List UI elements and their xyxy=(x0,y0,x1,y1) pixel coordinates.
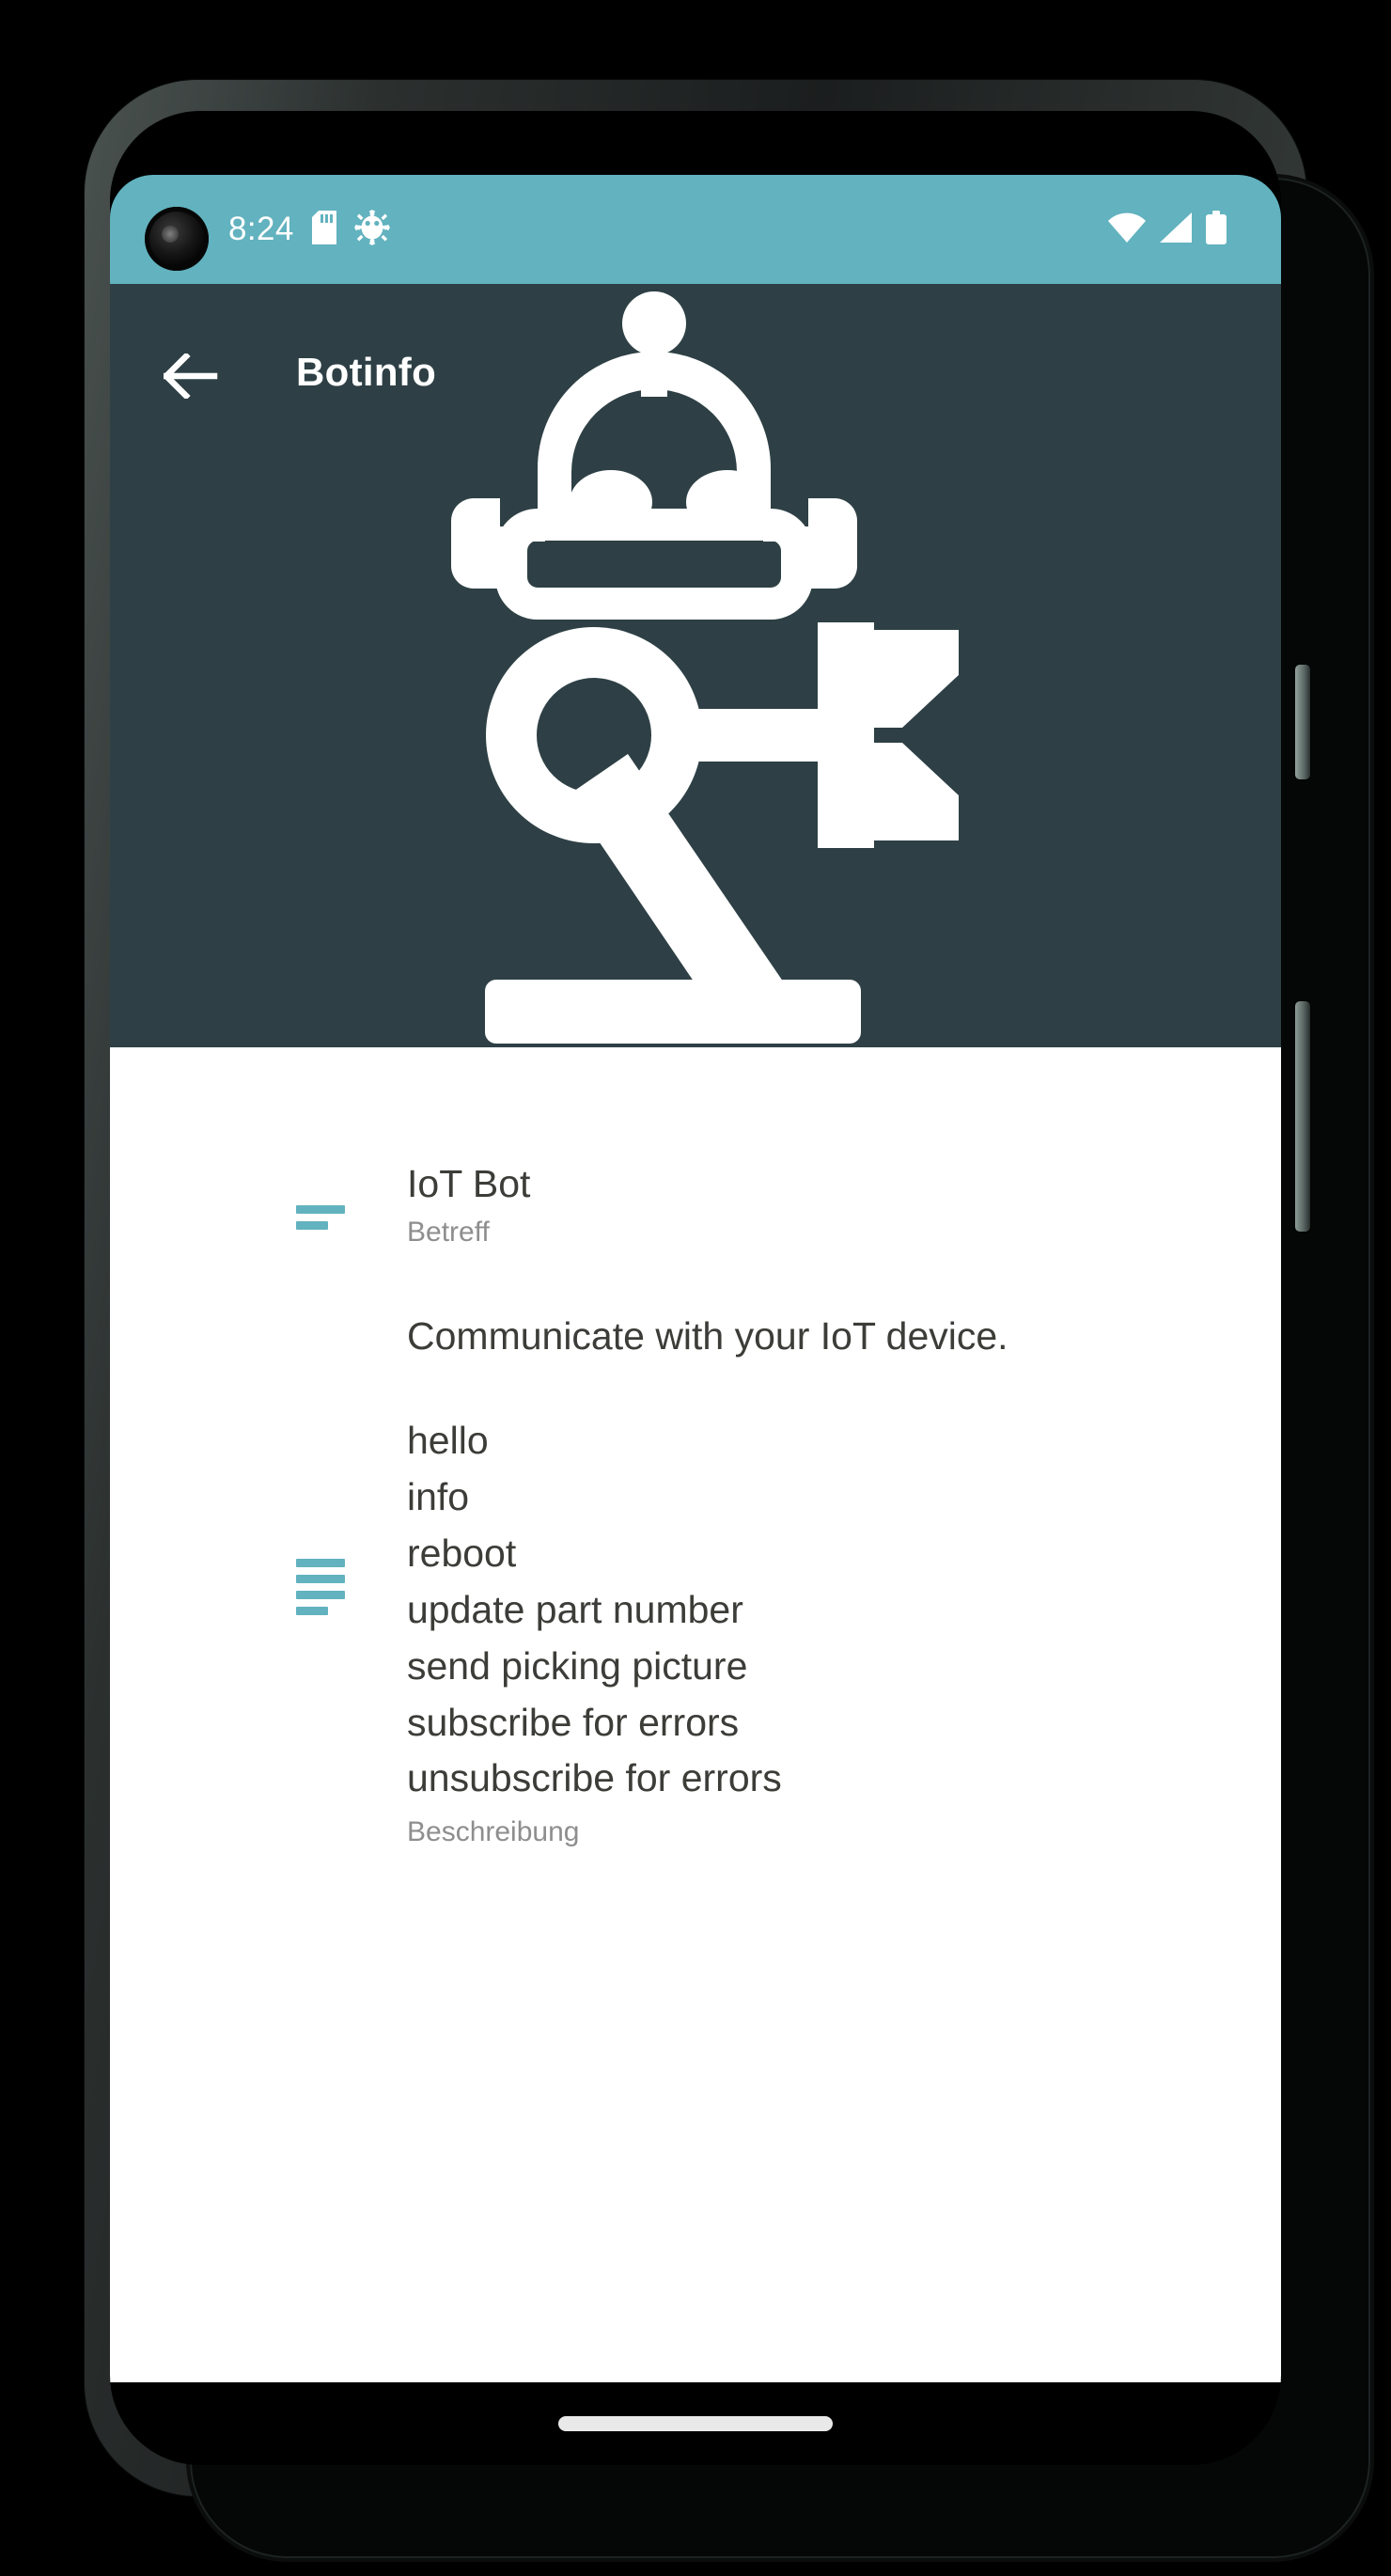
power-button[interactable] xyxy=(1295,665,1310,779)
description-label: Beschreibung xyxy=(407,1816,580,1848)
command-list: hello info reboot update part number send pi… xyxy=(407,1413,1008,1807)
command-list-item: send picking picture xyxy=(407,1643,748,1688)
bug-debug-icon xyxy=(353,209,390,250)
command-list-item: reboot xyxy=(407,1531,517,1575)
command-list-item: hello xyxy=(407,1419,489,1463)
command-list-item: update part number xyxy=(407,1587,743,1631)
command-list-item: info xyxy=(407,1475,470,1519)
robot-arm-logo xyxy=(432,291,959,1044)
arrow-back-icon xyxy=(162,351,218,403)
content-sheet: IoT Bot Betreff Communicate with your Io… xyxy=(110,1047,1281,2382)
cellular-signal-icon xyxy=(1160,212,1192,247)
app-bar-with-hero: Botinfo xyxy=(110,284,1281,1047)
command-list-item: subscribe for errors xyxy=(407,1700,740,1744)
description-row: Communicate with your IoT device. hello i… xyxy=(110,1312,1281,1848)
sd-card-icon xyxy=(311,210,336,249)
back-button[interactable] xyxy=(146,333,236,423)
subject-row: IoT Bot Betreff xyxy=(110,1160,1281,1249)
page-title: Botinfo xyxy=(296,350,437,394)
subject-label: Betreff xyxy=(407,1217,490,1249)
subject-lines-icon xyxy=(296,1160,351,1230)
gesture-navigation-bar xyxy=(110,2382,1281,2465)
subject-text-block: IoT Bot Betreff xyxy=(407,1160,530,1249)
battery-icon xyxy=(1206,210,1227,249)
status-bar: 8:24 xyxy=(110,175,1281,284)
status-bar-right-group xyxy=(1108,175,1227,284)
subject-value: IoT Bot xyxy=(407,1162,531,1205)
command-list-item: unsubscribe for errors xyxy=(407,1756,782,1800)
status-bar-left-group: 8:24 xyxy=(228,209,390,250)
status-clock: 8:24 xyxy=(228,211,294,247)
description-lines-icon xyxy=(296,1312,351,1616)
description-intro: Communicate with your IoT device. xyxy=(407,1314,1008,1359)
description-text-block: Communicate with your IoT device. hello i… xyxy=(407,1312,1008,1848)
wifi-icon xyxy=(1108,212,1146,247)
front-camera-icon xyxy=(145,207,209,271)
phone-screen: 8:24 Botinfo IoT Bot Betreff Communicate… xyxy=(110,111,1281,2465)
volume-rocker-button[interactable] xyxy=(1295,1001,1310,1232)
camera-lens-glint xyxy=(162,226,179,243)
home-gesture-pill[interactable] xyxy=(558,2416,833,2431)
